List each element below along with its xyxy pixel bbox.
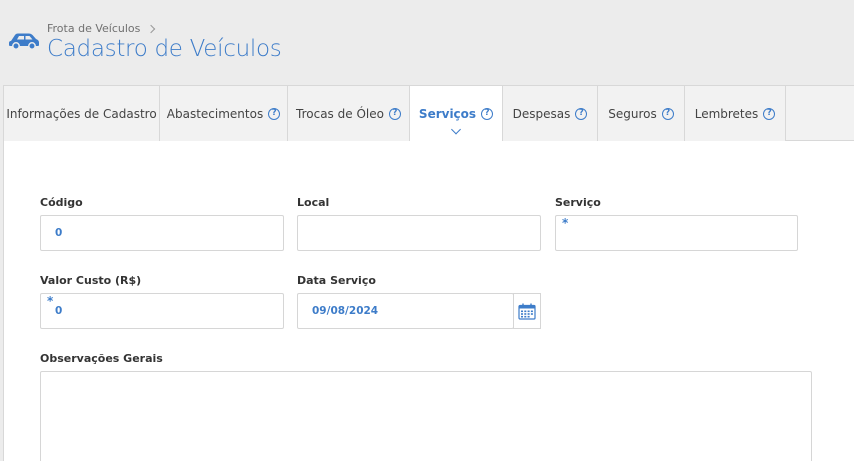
calendar-button[interactable] (513, 293, 541, 329)
help-icon[interactable]: ? (763, 107, 776, 120)
tab-servicos[interactable]: Serviços ? (410, 86, 503, 142)
tab-label: Trocas de Óleo (296, 106, 384, 121)
page-title: Cadastro de Veículos (47, 36, 282, 62)
help-icon[interactable]: ? (575, 107, 588, 120)
local-label: Local (297, 196, 330, 209)
tab-bar: Informações de Cadastro Abastecimentos ?… (3, 85, 854, 142)
local-field[interactable] (297, 215, 541, 251)
tab-abastecimentos[interactable]: Abastecimentos ? (160, 86, 288, 142)
tab-label: Informações de Cadastro (6, 106, 157, 121)
valor-custo-label: Valor Custo (R$) (40, 274, 142, 287)
tab-label: Abastecimentos (166, 106, 264, 121)
chevron-down-icon (451, 124, 461, 135)
help-icon[interactable]: ? (388, 107, 401, 120)
data-servico-field[interactable]: 09/08/2024 (297, 293, 514, 329)
data-servico-label: Data Serviço (297, 274, 376, 287)
breadcrumb-item-frota[interactable]: Frota de Veículos (47, 22, 140, 35)
servicos-form: Código 0 Local Serviço * Valor Custo (R$… (3, 141, 854, 461)
data-servico-value: 09/08/2024 (312, 305, 379, 317)
help-icon[interactable]: ? (481, 107, 494, 120)
tab-label: Seguros (608, 106, 657, 121)
tab-label: Serviços (418, 106, 477, 121)
chevron-right-icon (147, 24, 156, 33)
servico-field[interactable]: * (555, 215, 798, 251)
required-mark: * (47, 294, 54, 308)
tab-informacoes-cadastro[interactable]: Informações de Cadastro (4, 86, 160, 142)
tab-seguros[interactable]: Seguros ? (598, 86, 685, 142)
codigo-value: 0 (55, 227, 63, 239)
breadcrumb: Frota de Veículos (47, 22, 156, 35)
observacoes-textarea[interactable] (40, 371, 812, 461)
valor-custo-value: 0 (55, 305, 63, 317)
car-icon (9, 33, 39, 50)
codigo-label: Código (40, 196, 83, 209)
help-icon[interactable]: ? (268, 107, 281, 120)
tab-label: Lembretes (694, 106, 759, 121)
tab-label: Despesas (512, 106, 571, 121)
calendar-icon (518, 303, 536, 320)
tab-despesas[interactable]: Despesas ? (503, 86, 598, 142)
tab-lembretes[interactable]: Lembretes ? (685, 86, 786, 142)
servico-label: Serviço (555, 196, 601, 209)
page-header: Frota de Veículos Cadastro de Veículos (0, 0, 854, 86)
help-icon[interactable]: ? (661, 107, 674, 120)
valor-custo-field[interactable]: * 0 (40, 293, 284, 329)
required-mark: * (562, 216, 569, 230)
codigo-field[interactable]: 0 (40, 215, 284, 251)
tab-trocas-de-oleo[interactable]: Trocas de Óleo ? (288, 86, 410, 142)
observacoes-label: Observações Gerais (40, 352, 163, 365)
tab-bar-filler (786, 86, 854, 141)
